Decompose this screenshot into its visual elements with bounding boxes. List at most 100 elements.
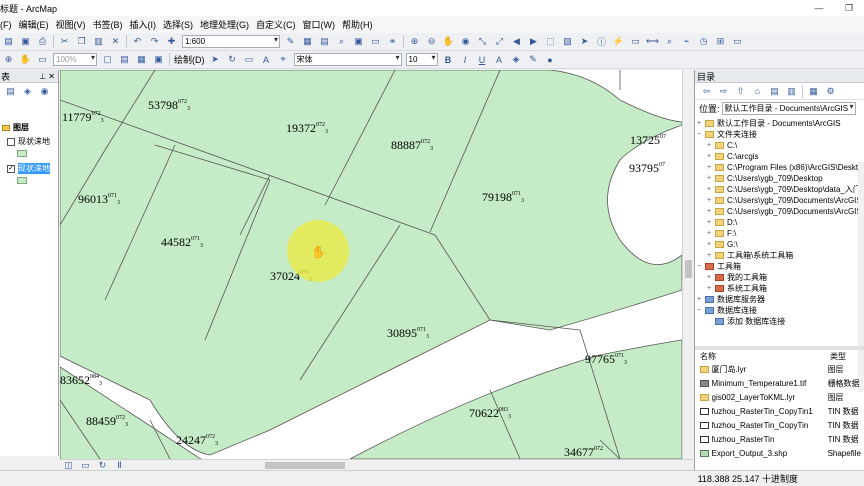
- toolbox-icon[interactable]: ▣: [352, 36, 365, 48]
- underline-icon[interactable]: U: [476, 54, 489, 66]
- zoom-in-icon[interactable]: ⊕: [408, 36, 421, 48]
- tree-item[interactable]: 添加 数据库连接: [707, 316, 785, 327]
- clear-selection-icon[interactable]: ▨: [561, 36, 574, 48]
- layer2-label[interactable]: 现状涞地: [18, 163, 50, 174]
- list-by-source-icon[interactable]: ◈: [21, 85, 34, 97]
- menu-customize[interactable]: 自定义(C): [256, 18, 303, 31]
- redo-icon[interactable]: ↷: [148, 36, 161, 48]
- tree-item[interactable]: + C:\arcgis: [707, 151, 759, 162]
- location-combo[interactable]: 默认工作目录 - Documents\ArcGIS: [721, 101, 856, 115]
- tree-item[interactable]: + C:\Users\ygb_709\Documents\ArcGIS\: [707, 206, 864, 217]
- layout-change-icon[interactable]: ▦: [135, 54, 148, 66]
- map-display[interactable]: 117790723 537980723 193720723 888870723 …: [60, 70, 682, 459]
- menu-geoprocessing[interactable]: 地理处理(G): [200, 18, 256, 31]
- tree-item[interactable]: + F:\: [707, 228, 736, 239]
- map-hscroll-thumb[interactable]: [265, 462, 345, 469]
- list-item[interactable]: 厦门岛.lyr 图层: [695, 362, 864, 376]
- tree-item[interactable]: + 数据库服务器: [697, 294, 765, 305]
- line-color-icon[interactable]: ✎: [527, 54, 540, 66]
- pan-icon[interactable]: ✋: [442, 36, 455, 48]
- tree-item[interactable]: + 工具箱\系统工具箱: [707, 250, 793, 261]
- select-pointer-icon[interactable]: ➤: [209, 54, 222, 66]
- layer-row-2[interactable]: ✓ 现状涞地: [7, 163, 50, 174]
- map-vscroll-thumb[interactable]: [685, 260, 692, 278]
- layer2-checkbox[interactable]: ✓: [7, 164, 15, 173]
- tree-item[interactable]: + 系统工具箱: [707, 283, 767, 294]
- route-icon[interactable]: ⌁: [680, 36, 693, 48]
- menu-file[interactable]: (F): [0, 20, 19, 30]
- select-features-icon[interactable]: ⬚: [544, 36, 557, 48]
- hyperlink-icon[interactable]: ⚡: [612, 36, 625, 48]
- connect-folder-icon[interactable]: ▤: [768, 85, 781, 97]
- disconnect-folder-icon[interactable]: ▥: [785, 85, 798, 97]
- tree-item[interactable]: + 默认工作目录 - Documents\ArcGIS: [697, 118, 841, 129]
- list-item[interactable]: fuzhou_RasterTin_CopyTin1 TIN 数据: [695, 404, 864, 418]
- tree-item[interactable]: − 数据库连接: [697, 305, 757, 316]
- rotate-icon[interactable]: ↻: [226, 54, 239, 66]
- layer1-checkbox[interactable]: [7, 137, 15, 146]
- menu-insert[interactable]: 插入(I): [130, 18, 164, 31]
- up-level-icon[interactable]: ⇧: [734, 85, 747, 97]
- marker-color-icon[interactable]: ●: [544, 54, 557, 66]
- undo-icon[interactable]: ↶: [131, 36, 144, 48]
- layer1-label[interactable]: 现状涞地: [18, 136, 50, 147]
- list-item[interactable]: fuzhou_RasterTin_CopyTin TIN 数据: [695, 418, 864, 432]
- search-window-icon[interactable]: ⌕: [335, 36, 348, 48]
- save-icon[interactable]: ▣: [19, 36, 32, 48]
- list-item[interactable]: Minimum_Temperature1.tif 栅格数据: [695, 376, 864, 390]
- create-viewer-icon[interactable]: ▭: [731, 36, 744, 48]
- model-builder-icon[interactable]: ⚭: [386, 36, 399, 48]
- map-horizontal-scrollbar[interactable]: ◫ ▭ ↻ Ⅱ: [60, 459, 693, 470]
- zoom-out-icon[interactable]: ⊖: [425, 36, 438, 48]
- layers-frame[interactable]: 图层: [2, 122, 29, 133]
- forward-icon[interactable]: ▶: [527, 36, 540, 48]
- menu-edit[interactable]: 编辑(E): [19, 18, 56, 31]
- pin-close-icon[interactable]: ⊥ ✕: [39, 72, 58, 81]
- font-name-combo[interactable]: 宋体: [293, 53, 402, 66]
- tree-item[interactable]: − 工具箱: [697, 261, 741, 272]
- list-by-visibility-icon[interactable]: ◉: [38, 85, 51, 97]
- minimize-button[interactable]: —: [804, 3, 834, 14]
- python-icon[interactable]: ▭: [369, 36, 382, 48]
- measure-icon[interactable]: ⟷: [646, 36, 659, 48]
- layout-page-icon[interactable]: ▢: [101, 54, 114, 66]
- forward-arrow-icon[interactable]: ⇨: [717, 85, 730, 97]
- list-by-drawing-order-icon[interactable]: ▤: [4, 85, 17, 97]
- font-size-combo[interactable]: 10: [405, 53, 438, 66]
- type-column-header[interactable]: 类型: [830, 351, 864, 362]
- copy-icon[interactable]: ❐: [75, 36, 88, 48]
- menu-bookmarks[interactable]: 书签(B): [93, 18, 130, 31]
- editor-icon[interactable]: ✎: [284, 36, 297, 48]
- maximize-button[interactable]: ❐: [834, 3, 864, 14]
- cut-icon[interactable]: ✂: [58, 36, 71, 48]
- layout-extent-icon[interactable]: ▭: [36, 54, 49, 66]
- tree-item[interactable]: + C:\: [707, 140, 737, 151]
- print-icon[interactable]: ⎙: [36, 36, 49, 48]
- edit-vertices-icon[interactable]: ⌖: [277, 54, 290, 66]
- full-extent-icon[interactable]: ◉: [459, 36, 472, 48]
- find-icon[interactable]: ⌕: [663, 36, 676, 48]
- layout-zoom-icon[interactable]: ⊕: [2, 54, 15, 66]
- tree-item[interactable]: + D:\: [707, 217, 737, 228]
- add-data-icon[interactable]: ✚: [165, 36, 178, 48]
- layout-toggle-icon[interactable]: ▤: [118, 54, 131, 66]
- tree-item[interactable]: + G:\: [707, 239, 738, 250]
- options-icon[interactable]: ⚙: [824, 85, 837, 97]
- layer-row-1[interactable]: 现状涞地: [7, 136, 50, 147]
- menu-help[interactable]: 帮助(H): [342, 18, 380, 31]
- bold-icon[interactable]: B: [442, 54, 455, 66]
- menu-view[interactable]: 视图(V): [56, 18, 93, 31]
- tree-item[interactable]: + C:\Program Files (x86)\ArcGIS\Desktop: [707, 162, 864, 173]
- fill-color-icon[interactable]: ◈: [510, 54, 523, 66]
- zoom-percent-combo[interactable]: 100%: [53, 53, 97, 66]
- layout-pan-icon[interactable]: ✋: [19, 54, 32, 66]
- list-item[interactable]: gis002_LayerToKML.lyr 图层: [695, 390, 864, 404]
- rectangle-icon[interactable]: ▭: [243, 54, 256, 66]
- views-icon[interactable]: ▦: [807, 85, 820, 97]
- identify-icon[interactable]: ⓘ: [595, 36, 608, 48]
- back-arrow-icon[interactable]: ⇦: [700, 85, 713, 97]
- draw-menu[interactable]: 绘制(D): [174, 53, 205, 66]
- fixed-zoom-in-icon[interactable]: ⤡: [476, 36, 489, 48]
- text-tool-icon[interactable]: A: [260, 54, 273, 66]
- list-item[interactable]: Export_Output_3.shp Shapefile: [695, 446, 864, 460]
